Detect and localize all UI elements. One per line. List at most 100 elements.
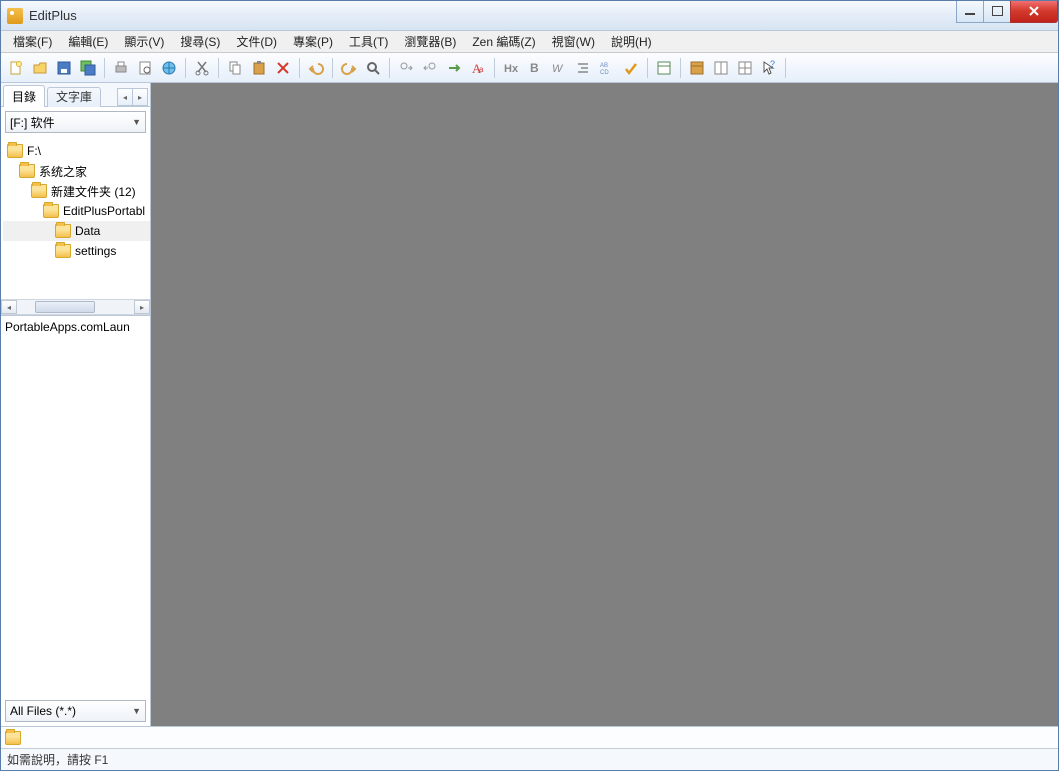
toolbar-find-next-button[interactable] (395, 57, 417, 79)
toolbar-redo-button[interactable] (338, 57, 360, 79)
folder-icon (7, 144, 23, 158)
toolbar-pane4-button[interactable] (734, 57, 756, 79)
toolbar-find-button[interactable] (362, 57, 384, 79)
svg-text:AB: AB (600, 63, 608, 69)
file-filter-select[interactable]: All Files (*.*) ▼ (5, 700, 146, 722)
drive-select[interactable]: [F:] 软件 ▼ (5, 111, 146, 133)
toolbar-browser-button[interactable] (158, 57, 180, 79)
tree-item[interactable]: EditPlusPortabl (3, 201, 150, 221)
toolbar-new-file-button[interactable] (5, 57, 27, 79)
toolbar-paste-button[interactable] (248, 57, 270, 79)
tab-cliptext[interactable]: 文字庫 (47, 87, 101, 107)
toolbar-print-button[interactable] (110, 57, 132, 79)
toolbar-separator (218, 58, 219, 78)
toolbar-spellcheck-button[interactable] (620, 57, 642, 79)
tab-directory[interactable]: 目錄 (3, 85, 45, 107)
menu-edit[interactable]: 編輯(E) (60, 31, 116, 52)
toolbar-find-prev-button[interactable] (419, 57, 441, 79)
scroll-track[interactable] (17, 300, 134, 314)
sidebar-tabs: 目錄 文字庫 ◂ ▸ (1, 83, 150, 107)
tree-item-label: Data (75, 224, 100, 238)
chevron-down-icon: ▼ (132, 706, 141, 716)
svg-text:W: W (552, 63, 564, 75)
toolbar-indent-button[interactable] (572, 57, 594, 79)
app-window: EditPlus 檔案(F) 編輯(E) 顯示(V) 搜尋(S) 文件(D) 專… (0, 0, 1059, 771)
toolbar-save-all-button[interactable] (77, 57, 99, 79)
toolbar-word-button[interactable]: W (548, 57, 570, 79)
menu-view[interactable]: 顯示(V) (116, 31, 172, 52)
path-bar[interactable] (1, 726, 1058, 748)
tab-nav-next[interactable]: ▸ (132, 88, 148, 106)
tab-nav-prev[interactable]: ◂ (117, 88, 133, 106)
status-bar: 如需說明，請按 F1 (1, 748, 1058, 770)
toolbar-replace-all-button[interactable]: ABCD (596, 57, 618, 79)
toolbar-undo-button[interactable] (305, 57, 327, 79)
svg-text:B: B (530, 61, 539, 75)
main-area: 目錄 文字庫 ◂ ▸ [F:] 软件 ▼ F:\系统之家新建文件夹 (12) Ed… (1, 83, 1058, 726)
window-controls (957, 1, 1058, 23)
folder-tree[interactable]: F:\系统之家新建文件夹 (12) EditPlusPortabl Data sett… (1, 137, 150, 263)
status-text: 如需說明，請按 F1 (7, 751, 108, 768)
menu-browser[interactable]: 瀏覽器(B) (396, 31, 464, 52)
tree-item[interactable]: F:\ (3, 141, 150, 161)
menu-help[interactable]: 說明(H) (603, 31, 660, 52)
window-title: EditPlus (29, 8, 77, 23)
menu-file[interactable]: 檔案(F) (5, 31, 60, 52)
tree-item-label: EditPlusPortabl (63, 204, 145, 218)
toolbar-pane2-button[interactable] (686, 57, 708, 79)
sidebar: 目錄 文字庫 ◂ ▸ [F:] 软件 ▼ F:\系统之家新建文件夹 (12) Ed… (1, 83, 151, 726)
toolbar-separator (299, 58, 300, 78)
menu-project[interactable]: 專案(P) (285, 31, 341, 52)
minimize-button[interactable] (956, 1, 984, 23)
drive-select-label: [F:] 软件 (10, 114, 55, 131)
toolbar-delete-button[interactable] (272, 57, 294, 79)
toolbar-separator (332, 58, 333, 78)
scroll-right-button[interactable]: ▸ (134, 300, 150, 314)
folder-icon (31, 184, 47, 198)
toolbar-help-pointer-button[interactable]: ? (758, 57, 780, 79)
tree-item[interactable]: 系统之家 (3, 161, 150, 181)
toolbar-cut-button[interactable] (191, 57, 213, 79)
tree-item[interactable]: 新建文件夹 (12) (3, 181, 150, 201)
folder-icon (55, 244, 71, 258)
titlebar[interactable]: EditPlus (1, 1, 1058, 31)
toolbar-save-button[interactable] (53, 57, 75, 79)
close-button[interactable] (1010, 1, 1058, 23)
menu-document[interactable]: 文件(D) (228, 31, 285, 52)
list-item[interactable]: PortableApps.comLaun (5, 320, 146, 334)
tree-item[interactable]: settings (3, 241, 150, 261)
toolbar-copy-button[interactable] (224, 57, 246, 79)
menu-search[interactable]: 搜尋(S) (172, 31, 228, 52)
svg-text:Hx: Hx (504, 63, 519, 75)
toolbar-goto-button[interactable] (443, 57, 465, 79)
svg-text:CD: CD (600, 70, 609, 76)
editor-area (151, 83, 1058, 726)
toolbar-heading-button[interactable]: Hx (500, 57, 522, 79)
toolbar-undefined-button[interactable] (791, 57, 813, 79)
toolbar-separator (494, 58, 495, 78)
menubar: 檔案(F) 編輯(E) 顯示(V) 搜尋(S) 文件(D) 專案(P) 工具(T… (1, 31, 1058, 53)
scroll-thumb[interactable] (35, 301, 95, 313)
menu-zen[interactable]: Zen 編碼(Z) (464, 31, 543, 52)
toolbar-bold-button[interactable]: B (524, 57, 546, 79)
toolbar-separator (389, 58, 390, 78)
toolbar-separator (104, 58, 105, 78)
menu-tools[interactable]: 工具(T) (341, 31, 396, 52)
chevron-down-icon: ▼ (132, 117, 141, 127)
scroll-left-button[interactable]: ◂ (1, 300, 17, 314)
folder-icon (5, 731, 21, 745)
toolbar-pane1-button[interactable] (653, 57, 675, 79)
tree-hscrollbar[interactable]: ◂ ▸ (1, 299, 150, 315)
toolbar-font-button[interactable]: Aa (467, 57, 489, 79)
tree-item[interactable]: Data (3, 221, 150, 241)
toolbar-pane3-button[interactable] (710, 57, 732, 79)
file-list[interactable]: PortableApps.comLaun (1, 315, 150, 700)
toolbar-separator (785, 58, 786, 78)
menu-window[interactable]: 視窗(W) (544, 31, 603, 52)
folder-icon (43, 204, 59, 218)
toolbar-open-file-button[interactable] (29, 57, 51, 79)
maximize-button[interactable] (983, 1, 1011, 23)
file-filter-label: All Files (*.*) (10, 704, 76, 718)
svg-text:a: a (479, 65, 484, 74)
toolbar-print-preview-button[interactable] (134, 57, 156, 79)
